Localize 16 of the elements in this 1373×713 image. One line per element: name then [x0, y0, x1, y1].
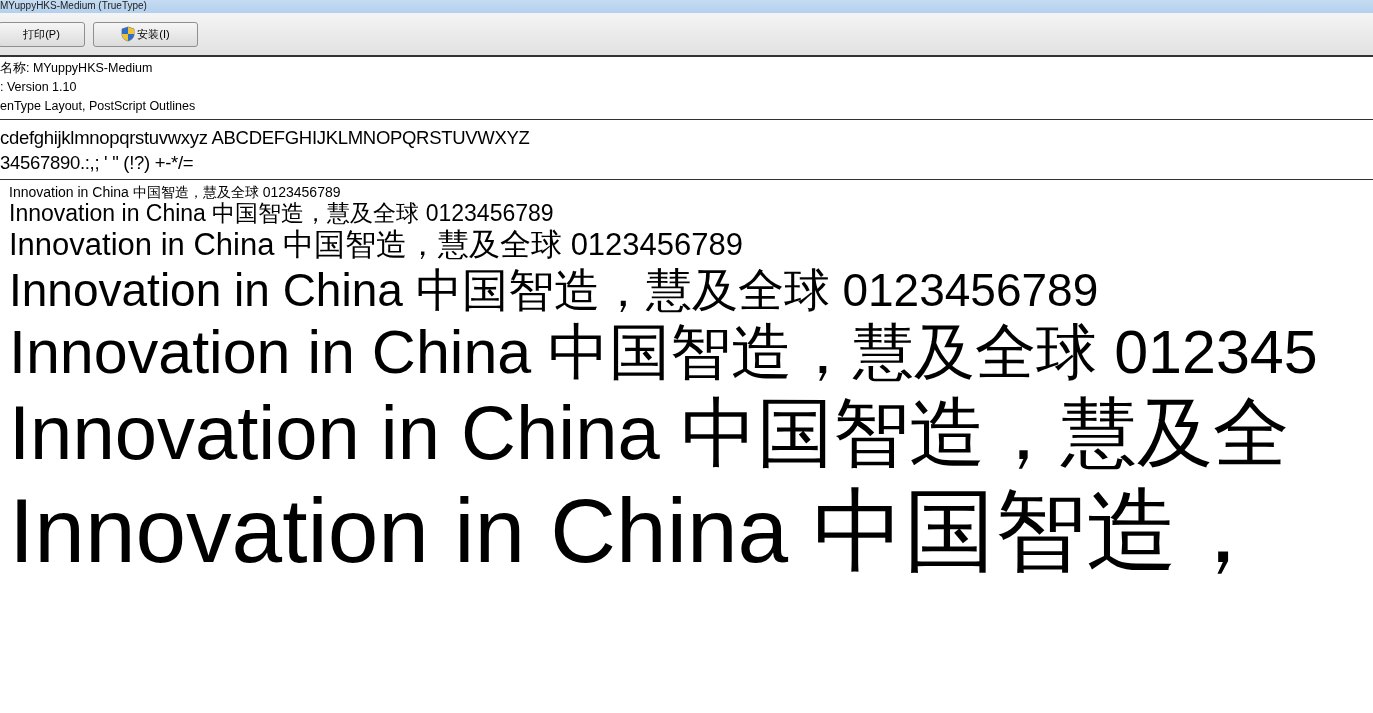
- font-sample: Innovation in China 中国智造，慧及全球 0123456789: [9, 184, 341, 200]
- font-sample: Innovation in China 中国智造，慧及全: [9, 389, 1289, 475]
- toolbar-button[interactable]: 打印(P): [0, 21, 85, 47]
- font-sample: Innovation in China 中国智造，慧及全球 0123456789: [9, 263, 1099, 316]
- font-sample: Innovation in China 中国智造，: [9, 479, 1269, 581]
- font-sample: Innovation in China 中国智造，慧及全球 0123456789: [9, 227, 744, 263]
- font-info: enType Layout, PostScript Outlines: [0, 98, 197, 115]
- font-info: 名称: MYuppyHKS-Medium: [0, 60, 154, 77]
- character-sample: cdefghijklmnopqrstuvwxyz ABCDEFGHIJKLMNOPQRSTUVWXYZ: [0, 126, 531, 150]
- shield-icon: [121, 26, 136, 42]
- font-sample: Innovation in China 中国智造，慧及全球 012345: [9, 318, 1318, 387]
- character-sample: 34567890.:,; ' " (!?) +-*/=: [0, 151, 195, 175]
- toolbar-button[interactable]: 安装(I): [93, 21, 198, 47]
- font-info: : Version 1.10: [0, 79, 78, 96]
- font-sample: Innovation in China 中国智造，慧及全球 0123456789: [9, 200, 554, 227]
- window-title: MYuppyHKS-Medium (TrueType): [0, 0, 147, 12]
